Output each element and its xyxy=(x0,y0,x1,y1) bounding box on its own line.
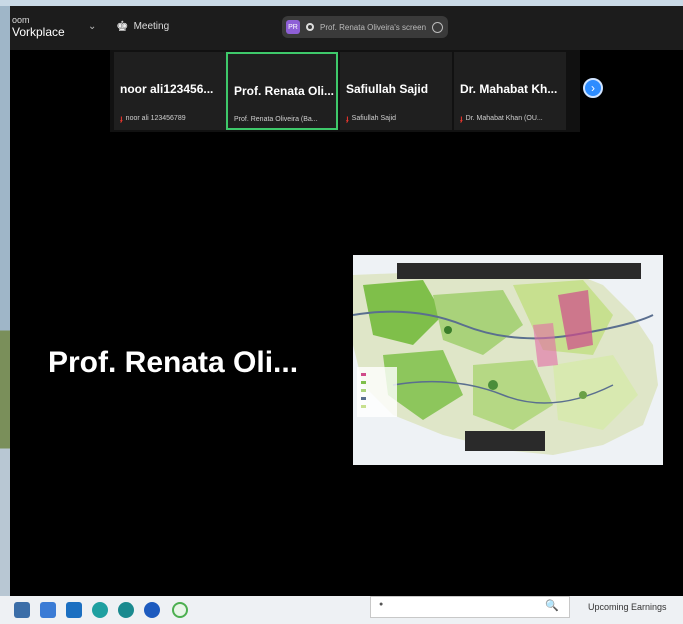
meeting-button[interactable]: ♚ Meeting xyxy=(116,18,169,35)
participant-tile[interactable]: noor ali123456... ɟ noor ali 123456789 xyxy=(114,52,226,130)
whatsapp-icon[interactable] xyxy=(172,602,188,618)
meeting-label: Meeting xyxy=(133,21,170,32)
app-brand: oom Vorkplace xyxy=(12,14,65,38)
active-speaker-name: Prof. Renata Oli... xyxy=(48,346,299,379)
zoom-meeting-window: oom Vorkplace ⌄ ♚ Meeting PR Prof. Renat… xyxy=(10,6,683,596)
brand-large-text: Vorkplace xyxy=(12,25,65,39)
participant-subtitle: ɟ noor ali 123456789 xyxy=(120,114,186,123)
muted-mic-icon: ɟ xyxy=(120,114,123,123)
participant-strip: noor ali123456... ɟ noor ali 123456789 P… xyxy=(110,50,580,132)
mail-icon[interactable] xyxy=(66,602,82,618)
top-toolbar: oom Vorkplace ⌄ ♚ Meeting PR Prof. Renat… xyxy=(10,6,683,50)
participant-label: Dr. Mahabat Khan (OU... xyxy=(465,115,543,122)
share-status-icon xyxy=(306,23,314,31)
participant-subtitle: Prof. Renata Oliveira (Ba... xyxy=(234,116,318,123)
taskbar-news-widget[interactable]: Upcoming Earnings xyxy=(588,602,667,612)
meeting-icon: ♚ xyxy=(116,18,129,34)
chevron-right-icon[interactable]: › xyxy=(583,78,603,98)
participant-tile-active[interactable]: Prof. Renata Oli... Prof. Renata Oliveir… xyxy=(226,52,338,130)
muted-mic-icon: ɟ xyxy=(460,114,463,123)
redacted-caption xyxy=(465,431,545,451)
edge-dev-icon[interactable] xyxy=(118,602,134,618)
participant-name: noor ali123456... xyxy=(120,82,214,96)
desktop-edge xyxy=(0,6,10,596)
participant-tile[interactable]: Safiullah Sajid ɟ Safiullah Sajid xyxy=(340,52,452,130)
search-cursor: ● xyxy=(379,601,384,608)
participant-name: Dr. Mahabat Kh... xyxy=(460,82,558,96)
chrome-icon[interactable] xyxy=(144,602,160,618)
participant-label: noor ali 123456789 xyxy=(125,115,186,122)
taskbar-search-box[interactable]: ● 🔍 xyxy=(370,596,570,618)
share-options-icon[interactable] xyxy=(432,21,444,33)
share-label: Prof. Renata Oliveira's screen xyxy=(320,22,427,32)
participant-subtitle: ɟ Safiullah Sajid xyxy=(346,114,396,123)
shared-screen-content xyxy=(353,255,663,465)
file-explorer-icon[interactable] xyxy=(40,602,56,618)
windows-taskbar: ● 🔍 Upcoming Earnings xyxy=(0,596,683,624)
redacted-title xyxy=(397,263,641,279)
participant-label: Safiullah Sajid xyxy=(351,115,397,122)
start-icon[interactable] xyxy=(14,602,30,618)
chevron-down-icon[interactable]: ⌄ xyxy=(88,21,96,32)
avatar: PR xyxy=(286,20,300,34)
edge-icon[interactable] xyxy=(92,602,108,618)
participant-tile[interactable]: Dr. Mahabat Kh... ɟ Dr. Mahabat Khan (OU… xyxy=(454,52,566,130)
search-icon: 🔍 xyxy=(545,600,559,612)
screen-share-indicator[interactable]: PR Prof. Renata Oliveira's screen xyxy=(282,16,448,38)
participant-name: Prof. Renata Oli... xyxy=(234,84,335,98)
participant-name: Safiullah Sajid xyxy=(346,82,429,96)
muted-mic-icon: ɟ xyxy=(346,114,349,123)
participant-label: Prof. Renata Oliveira (Ba... xyxy=(234,116,318,123)
participant-subtitle: ɟ Dr. Mahabat Khan (OU... xyxy=(460,114,543,123)
